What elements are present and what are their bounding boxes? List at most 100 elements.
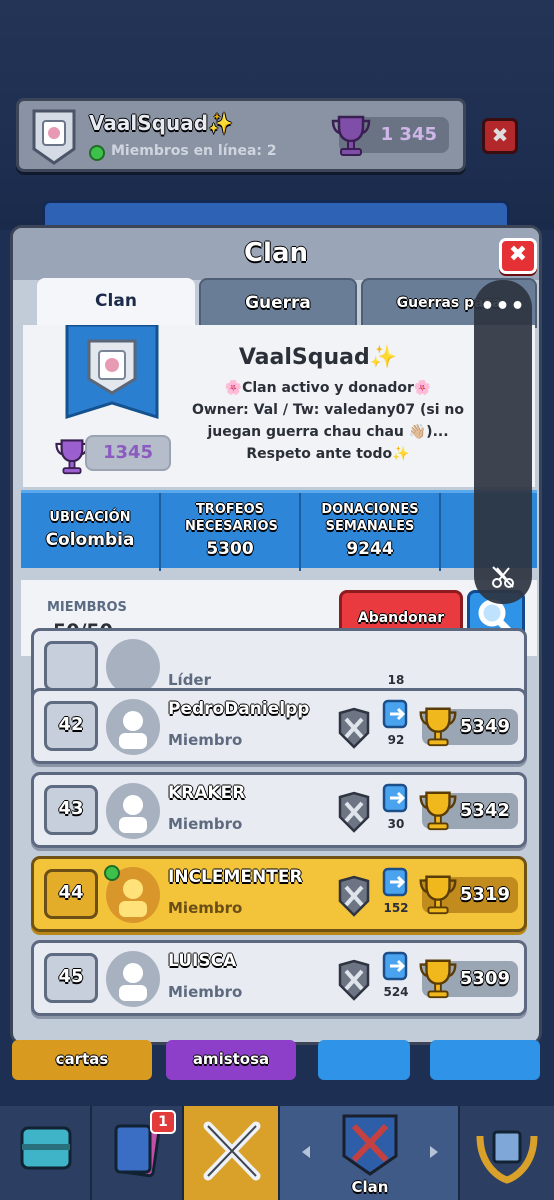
- laurel-icon: [476, 1130, 538, 1184]
- member-role: Miembro: [168, 731, 243, 749]
- member-name: INCLEMENTER: [168, 867, 303, 887]
- stat-value: Colombia: [45, 530, 135, 550]
- members-label: MIEMBROS: [47, 600, 127, 615]
- arena-swords-icon: [338, 959, 370, 1001]
- trophy-count: 5342: [459, 800, 510, 821]
- stat-weekly-donations: DONACIONES SEMANALES 9244: [301, 493, 441, 571]
- bottom-action-row: cartas amistosa: [0, 1040, 554, 1100]
- table-row[interactable]: 43 KRAKER Miembro 30 5342: [31, 772, 527, 848]
- donation-count: 92: [387, 733, 405, 747]
- member-role: Miembro: [168, 899, 243, 917]
- trophy-pill: 5342: [419, 791, 518, 831]
- scissors-icon[interactable]: [490, 564, 516, 590]
- tab-guerra[interactable]: Guerra: [199, 278, 357, 328]
- user-silhouette-icon: [119, 963, 147, 1001]
- cards-donation-icon: [382, 951, 408, 981]
- chat-button[interactable]: [318, 1040, 410, 1080]
- member-list[interactable]: Líder 18 42 PedroDanielpp Miembro 92 534…: [13, 628, 539, 1042]
- donation-count: 18: [387, 673, 405, 687]
- clan-description: 🌸Clan activo y donador🌸 Owner: Val / Tw:…: [173, 377, 483, 465]
- stat-value: 5300: [206, 539, 254, 559]
- trophy-pill: 5349: [419, 707, 518, 747]
- donation-count: 152: [383, 901, 409, 915]
- chest-icon: [20, 1126, 72, 1170]
- online-status-icon: [89, 145, 105, 161]
- rank-box: [44, 641, 98, 691]
- arena-swords-icon: [338, 875, 370, 917]
- nav-events[interactable]: [460, 1106, 554, 1200]
- clan-info-name: VaalSquad✨: [238, 345, 398, 370]
- donation-box: 92: [382, 699, 412, 747]
- member-name: KRAKER: [168, 783, 246, 803]
- stat-location: UBICACIÓN Colombia: [21, 493, 161, 571]
- trophy-count: 5309: [459, 968, 510, 989]
- nav-shop[interactable]: [0, 1106, 92, 1200]
- user-silhouette-icon: [119, 795, 147, 833]
- arena-swords-icon: [338, 707, 370, 749]
- table-row-current-user[interactable]: 44 INCLEMENTER Miembro 152 5319: [31, 856, 527, 932]
- rank-box: 42: [44, 701, 98, 751]
- more-options-icon[interactable]: •••: [474, 294, 532, 319]
- nav-battle[interactable]: [184, 1106, 280, 1200]
- clan-trophy-count: 1 345: [380, 124, 437, 145]
- trophy-pill: 5319: [419, 875, 518, 915]
- trophy-pill: 5309: [419, 959, 518, 999]
- stat-required-trophies: TROFEOS NECESARIOS 5300: [161, 493, 301, 571]
- tab-clan[interactable]: Clan: [37, 278, 195, 328]
- donation-count: 30: [387, 817, 405, 831]
- avatar: [106, 699, 160, 755]
- online-members-label: Miembros en línea: 2: [111, 143, 277, 159]
- stat-label: TROFEOS NECESARIOS: [185, 502, 278, 534]
- clan-info-card: VaalSquad✨ 🌸Clan activo y donador🌸 Owner…: [23, 325, 535, 487]
- header-close-button[interactable]: ✖: [482, 118, 518, 154]
- member-name: LUISCA: [168, 951, 237, 971]
- cards-donation-icon: [382, 783, 408, 813]
- clan-banner-icon: [65, 325, 159, 420]
- trophy-icon: [419, 707, 457, 747]
- donation-box: 30: [382, 783, 412, 831]
- avatar: [106, 783, 160, 839]
- trophy-icon: [419, 959, 457, 999]
- crossed-swords-icon: [203, 1121, 261, 1181]
- table-row[interactable]: 42 PedroDanielpp Miembro 92 5349: [31, 688, 527, 764]
- modal-close-button[interactable]: ✖: [499, 238, 537, 274]
- trophy-count: 5319: [459, 884, 510, 905]
- member-role: Miembro: [168, 983, 243, 1001]
- stat-value: 9244: [346, 539, 394, 559]
- clan-modal: Clan ✖ Clan Guerra Guerras pasa VaalSqua…: [10, 225, 542, 1045]
- description-line: Respeto ante todo✨: [246, 446, 410, 462]
- user-silhouette-icon: [119, 711, 147, 749]
- clan-name: VaalSquad✨: [89, 111, 233, 135]
- amistosa-button[interactable]: amistosa: [166, 1040, 296, 1080]
- rank-box: 44: [44, 869, 98, 919]
- online-status-icon: [104, 865, 120, 881]
- rank-box: 43: [44, 785, 98, 835]
- clan-trophy-box: 1 345: [331, 115, 449, 156]
- description-line: Owner: Val / Tw: valedany07 (si no: [191, 402, 465, 418]
- clan-info-trophies: 1345: [85, 435, 171, 471]
- stat-label: DONACIONES SEMANALES: [321, 502, 419, 534]
- trophy-icon: [419, 875, 457, 915]
- nav-clan-label: Clan: [351, 1178, 389, 1196]
- cards-donation-icon: [382, 867, 408, 897]
- avatar: [106, 639, 160, 695]
- rank-box: 45: [44, 953, 98, 1003]
- stat-label: UBICACIÓN: [49, 510, 131, 525]
- trophy-icon: [331, 115, 371, 156]
- modal-title: Clan: [243, 238, 309, 268]
- bottom-navigation: 1 Clan: [0, 1106, 554, 1200]
- emote-button[interactable]: [430, 1040, 540, 1080]
- cards-donation-icon: [382, 699, 408, 729]
- donation-box: 18: [382, 639, 412, 687]
- description-line: 🌸Clan activo y donador🌸: [224, 380, 432, 396]
- table-row[interactable]: 45 LUISCA Miembro 524 5309: [31, 940, 527, 1016]
- cartas-button[interactable]: cartas: [12, 1040, 152, 1080]
- clan-header-bar[interactable]: VaalSquad✨ Miembros en línea: 2 1 345: [16, 98, 466, 172]
- description-line: juegan guerra chau chau 👋🏼)...: [207, 424, 449, 440]
- clan-badge-icon: [32, 109, 76, 165]
- arena-swords-icon: [338, 791, 370, 833]
- member-name: PedroDanielpp: [168, 699, 310, 719]
- member-role: Miembro: [168, 815, 243, 833]
- floating-overlay-bar[interactable]: •••: [474, 280, 532, 604]
- avatar: [106, 951, 160, 1007]
